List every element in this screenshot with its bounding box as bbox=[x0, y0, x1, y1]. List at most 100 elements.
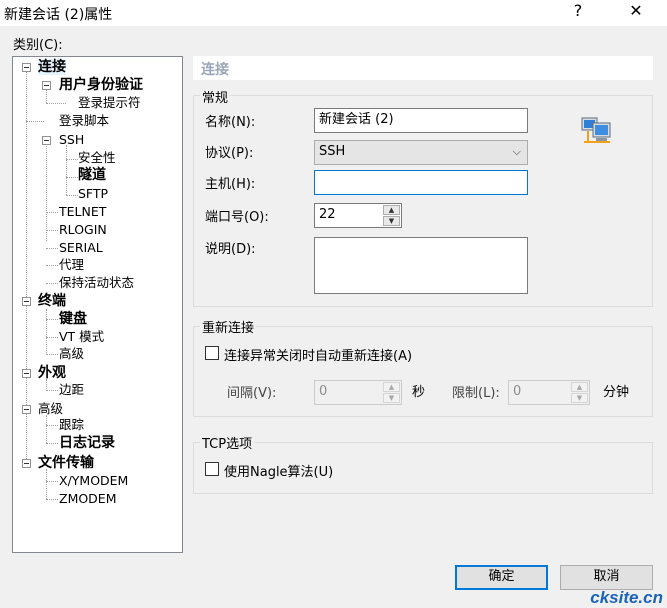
tree-item-zmodem[interactable]: ZMODEM bbox=[59, 491, 117, 507]
tree-item-tunnel[interactable]: 隧道 bbox=[78, 167, 106, 183]
general-group-title: 常规 bbox=[200, 87, 231, 106]
watermark: cksite.cn bbox=[590, 588, 663, 607]
spin-up-icon[interactable]: ▲ bbox=[383, 382, 400, 392]
collapse-icon[interactable] bbox=[22, 369, 31, 378]
collapse-icon[interactable] bbox=[42, 136, 51, 145]
tree-item-security[interactable]: 安全性 bbox=[78, 150, 116, 166]
collapse-icon[interactable] bbox=[22, 405, 31, 414]
description-label: 说明(D): bbox=[205, 242, 256, 257]
tree-line bbox=[46, 499, 58, 500]
tree-item-rlogin[interactable]: RLOGIN bbox=[59, 222, 107, 238]
name-label: 名称(N): bbox=[205, 115, 256, 130]
tree-line bbox=[66, 177, 78, 178]
tree-line bbox=[46, 309, 47, 355]
tree-item-connection[interactable]: 连接 bbox=[38, 59, 66, 75]
auto-reconnect-label: 连接异常关闭时自动重新连接(A) bbox=[224, 349, 413, 364]
tree-item-file-transfer[interactable]: 文件传输 bbox=[38, 455, 94, 471]
tree-item-auth[interactable]: 用户身份验证 bbox=[59, 77, 143, 93]
tree-item-terminal-advanced[interactable]: 高级 bbox=[59, 346, 84, 362]
tree-line bbox=[46, 319, 58, 320]
limit-label: 限制(L): bbox=[452, 386, 500, 401]
tree-line bbox=[46, 469, 47, 499]
tree-line bbox=[46, 481, 58, 482]
interval-value: 0 bbox=[319, 384, 328, 399]
help-button[interactable]: ? bbox=[560, 0, 596, 24]
tree-item-trace[interactable]: 跟踪 bbox=[59, 417, 84, 433]
tree-item-sftp[interactable]: SFTP bbox=[78, 186, 108, 202]
window-title: 新建会话 (2)属性 bbox=[4, 7, 113, 23]
tree-item-appearance[interactable]: 外观 bbox=[38, 365, 66, 381]
tree-item-login-script[interactable]: 登录脚本 bbox=[59, 113, 109, 129]
tree-line bbox=[46, 248, 58, 249]
port-stepper[interactable]: 22 ▲ ▼ bbox=[314, 203, 402, 228]
tree-item-terminal[interactable]: 终端 bbox=[38, 293, 66, 309]
tree-item-telnet[interactable]: TELNET bbox=[59, 204, 106, 220]
category-label: 类别(C): bbox=[13, 38, 63, 53]
tree-line bbox=[46, 415, 47, 443]
nagle-label: 使用Nagle算法(U) bbox=[224, 465, 334, 480]
limit-unit: 分钟 bbox=[603, 385, 630, 400]
tcp-group-title: TCP选项 bbox=[200, 433, 255, 452]
tree-line bbox=[46, 337, 58, 338]
spin-up-icon[interactable]: ▲ bbox=[383, 205, 400, 215]
tree-line bbox=[66, 145, 67, 195]
cancel-button[interactable]: 取消 bbox=[560, 565, 653, 590]
interval-unit: 秒 bbox=[412, 385, 426, 400]
tree-line bbox=[46, 89, 47, 103]
protocol-select[interactable]: SSH ⌵ bbox=[314, 140, 528, 165]
close-button[interactable]: ✕ bbox=[618, 0, 654, 24]
tree-item-keepalive[interactable]: 保持活动状态 bbox=[59, 275, 134, 291]
collapse-icon[interactable] bbox=[42, 81, 51, 90]
chevron-down-icon: ⌵ bbox=[512, 145, 521, 158]
panel-title: 连接 bbox=[201, 62, 229, 78]
title-bar: 新建会话 (2)属性 ? ✕ bbox=[0, 0, 667, 26]
protocol-select-value: SSH bbox=[319, 144, 346, 159]
tree-line bbox=[46, 103, 66, 104]
tree-item-vt-mode[interactable]: VT 模式 bbox=[59, 329, 104, 345]
tree-line bbox=[46, 443, 58, 444]
auto-reconnect-checkbox[interactable] bbox=[205, 346, 219, 360]
tree-line bbox=[46, 265, 58, 266]
tree-item-keyboard[interactable]: 键盘 bbox=[59, 311, 87, 327]
spin-up-icon[interactable]: ▲ bbox=[571, 382, 588, 392]
tree-line bbox=[46, 212, 58, 213]
tree-item-xymodem[interactable]: X/YMODEM bbox=[59, 473, 128, 489]
tree-line bbox=[46, 141, 47, 241]
limit-value: 0 bbox=[513, 384, 522, 399]
tree-line bbox=[46, 283, 58, 284]
tree-line bbox=[46, 354, 58, 355]
host-label: 主机(H): bbox=[205, 177, 256, 192]
tree-item-logging[interactable]: 日志记录 bbox=[59, 435, 115, 451]
network-computer-icon bbox=[581, 117, 611, 143]
spin-down-icon[interactable]: ▼ bbox=[383, 393, 400, 403]
collapse-icon[interactable] bbox=[22, 63, 31, 72]
tree-item-ssh[interactable]: SSH bbox=[59, 132, 84, 148]
tree-line bbox=[66, 195, 78, 196]
port-label: 端口号(O): bbox=[205, 210, 269, 225]
nagle-checkbox[interactable] bbox=[205, 462, 219, 476]
tree-line bbox=[46, 390, 58, 391]
tree-line bbox=[46, 230, 58, 231]
port-value: 22 bbox=[319, 207, 336, 222]
panel-header: 连接 bbox=[193, 56, 653, 80]
tree-item-advanced[interactable]: 高级 bbox=[38, 401, 63, 417]
tree-item-margin[interactable]: 边距 bbox=[59, 382, 84, 398]
reconnect-group-title: 重新连接 bbox=[200, 317, 257, 336]
name-input[interactable]: 新建会话 (2) bbox=[314, 108, 528, 133]
description-textarea[interactable] bbox=[314, 237, 528, 294]
collapse-icon[interactable] bbox=[22, 459, 31, 468]
tree-line bbox=[46, 425, 58, 426]
interval-stepper[interactable]: 0 ▲ ▼ bbox=[314, 380, 402, 405]
ok-button[interactable]: 确定 bbox=[455, 565, 548, 590]
collapse-icon[interactable] bbox=[22, 297, 31, 306]
spin-down-icon[interactable]: ▼ bbox=[571, 393, 588, 403]
tree-line bbox=[26, 121, 44, 122]
tree-item-serial[interactable]: SERIAL bbox=[59, 240, 103, 256]
interval-label: 间隔(V): bbox=[227, 386, 277, 401]
tree-item-proxy[interactable]: 代理 bbox=[59, 257, 84, 273]
tree-item-login-prompts[interactable]: 登录提示符 bbox=[78, 95, 141, 111]
category-tree[interactable]: 连接 用户身份验证 登录提示符 登录脚本 SSH 安全性 隧道 SFTP TEL… bbox=[12, 56, 183, 553]
spin-down-icon[interactable]: ▼ bbox=[383, 216, 400, 226]
limit-stepper[interactable]: 0 ▲ ▼ bbox=[508, 380, 590, 405]
host-input[interactable] bbox=[314, 170, 528, 195]
